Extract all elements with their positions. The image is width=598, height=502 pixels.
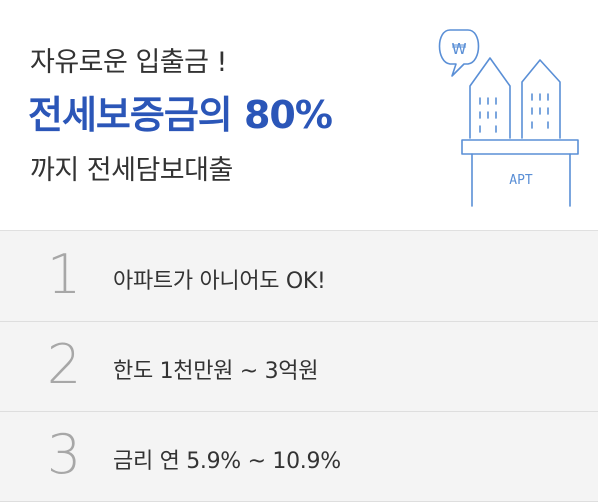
sign-text: APT (509, 173, 533, 188)
headline-line-3: 까지 전세담보대출 (30, 155, 233, 186)
bubble-symbol: ₩ (452, 40, 467, 58)
list-item: 2 한도 1천만원 ~ 3억원 (0, 321, 598, 412)
item-text: 아파트가 아니어도 OK! (113, 269, 326, 294)
item-number: 2 (46, 333, 82, 396)
feature-list: 1 아파트가 아니어도 OK! 2 한도 1천만원 ~ 3억원 3 금리 연 5… (0, 230, 598, 502)
list-item: 3 금리 연 5.9% ~ 10.9% (0, 411, 598, 502)
apartment-building-icon: ₩ APT (438, 29, 579, 207)
headline-line-1: 자유로운 입출금 ! (30, 47, 227, 78)
headline-line-2: 전세보증금의 80% (28, 93, 333, 137)
item-text: 한도 1천만원 ~ 3억원 (113, 359, 319, 384)
hero-section: 자유로운 입출금 ! 전세보증금의 80% 까지 전세담보대출 ₩ APT (0, 0, 598, 230)
item-number: 1 (46, 243, 82, 306)
item-text: 금리 연 5.9% ~ 10.9% (113, 449, 341, 474)
item-number: 3 (46, 423, 82, 486)
list-item: 1 아파트가 아니어도 OK! (0, 231, 598, 322)
